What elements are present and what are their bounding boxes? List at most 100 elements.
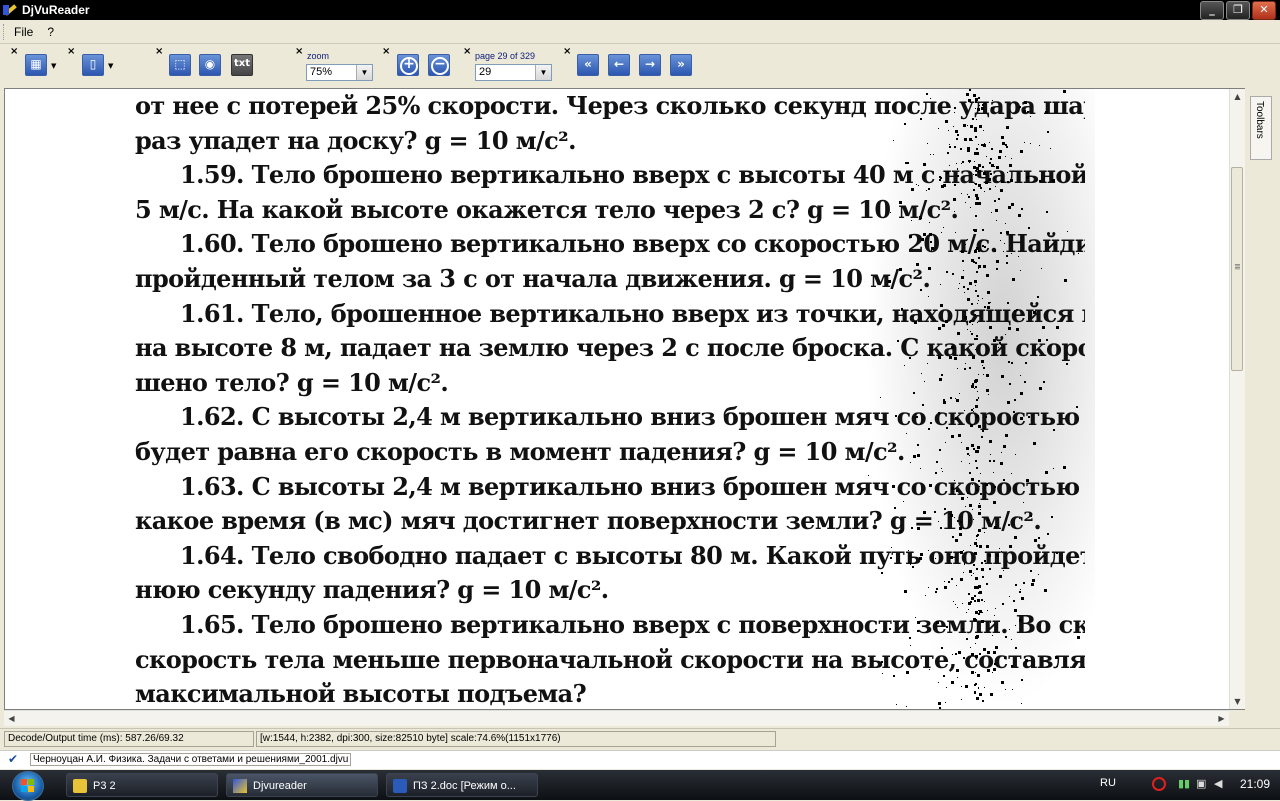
word-document-icon	[393, 779, 407, 793]
close-window-button[interactable]: ✕	[1252, 1, 1276, 20]
document-text-line: максимальной высоты подъема?	[135, 679, 587, 709]
taskbar-item-label: Р3 2	[93, 780, 116, 792]
close-toolbar-icon[interactable]: ×	[382, 46, 390, 57]
text-mode-label: txt	[233, 58, 250, 69]
view-mode-dropdown-icon[interactable]: ▼	[51, 62, 56, 70]
scroll-up-icon[interactable]: ▲	[1230, 89, 1245, 104]
document-text-line: скорость тела меньше первоначальной скор…	[135, 644, 1085, 674]
windows-logo-icon	[21, 779, 34, 792]
opera-icon[interactable]	[1152, 777, 1166, 791]
open-file-bar: ✔ Черноуцан А.И. Физика. Задачи с ответа…	[0, 750, 1280, 769]
selection-icon: ⬚	[174, 57, 186, 71]
title-bar[interactable]: DjVuReader _ ❐ ✕	[0, 0, 1280, 20]
color-mode-button[interactable]: ◉	[199, 54, 221, 76]
last-page-button[interactable]: »	[670, 54, 692, 76]
document-text-line: шено тело? g = 10 м/с².	[135, 367, 449, 397]
document-text-line: от нее с потерей 25% скорости. Через ско…	[135, 91, 1085, 120]
minimize-button[interactable]: _	[1200, 1, 1224, 20]
file-name[interactable]: Черноуцан А.И. Физика. Задачи с ответами…	[30, 753, 352, 766]
close-toolbar-icon[interactable]: ×	[463, 46, 471, 57]
folder-icon	[73, 779, 87, 793]
maximize-button[interactable]: ❐	[1226, 1, 1250, 20]
document-text-line: 1.63. С высоты 2,4 м вертикально вниз бр…	[180, 471, 1085, 501]
view-mode-button[interactable]: ▦	[25, 54, 47, 76]
zoom-select[interactable]: 75% ▼	[306, 64, 373, 81]
document-text-line: 1.61. Тело, брошенное вертикально вверх …	[180, 298, 1085, 328]
page-select[interactable]: 29 ▼	[475, 64, 552, 81]
close-toolbar-icon[interactable]: ×	[67, 46, 75, 57]
taskbar-item-word[interactable]: ПЗ 2.doc [Режим о...	[386, 773, 538, 797]
page-layout-button[interactable]: ▯	[82, 54, 104, 76]
zoom-value: 75%	[310, 66, 333, 78]
scroll-down-icon[interactable]: ▼	[1230, 694, 1245, 709]
double-chevron-left-icon: «	[584, 57, 592, 71]
page-count-label: page 29 of 329	[475, 51, 536, 61]
chevron-down-icon[interactable]: ▼	[535, 65, 551, 80]
document-text-line: 1.59. Тело брошено вертикально вверх с в…	[180, 160, 1085, 190]
text-mode-button[interactable]: txt	[231, 54, 253, 76]
document-text-line: 1.65. Тело брошено вертикально вверх с п…	[180, 609, 1085, 639]
toolbars-side-tab[interactable]: Toolbars	[1250, 96, 1272, 160]
document-text-line: будет равна его скорость в момент падени…	[135, 436, 905, 466]
decode-time-status: Decode/Output time (ms): 587.26/69.32	[4, 731, 254, 747]
menu-bar: File ?	[0, 20, 1280, 44]
close-toolbar-icon[interactable]: ×	[563, 46, 571, 57]
window-title: DjVuReader	[22, 3, 90, 17]
vertical-scroll-thumb[interactable]: ═ ═	[1231, 167, 1243, 371]
document-text-line: 5 м/с. На какой высоте окажется тело чер…	[135, 194, 959, 224]
toolbar: × ▦ ▼ × ▯ ▼ × ⬚ ◉ txt × zoom 75% ▼ × + −…	[0, 44, 1280, 88]
zoom-out-button[interactable]: −	[428, 54, 450, 76]
document-text-line: 1.62. С высоты 2,4 м вертикально вниз бр…	[180, 402, 1085, 432]
scroll-left-icon[interactable]: ◀	[4, 711, 19, 726]
taskbar-item-label: Djvureader	[253, 780, 307, 792]
image-info-status: [w:1544, h:2382, dpi:300, size:82510 byt…	[256, 731, 776, 747]
zoom-label: zoom	[307, 51, 330, 61]
menu-file[interactable]: File	[7, 25, 40, 39]
security-icon[interactable]: ▮▮	[1178, 777, 1192, 791]
status-bar: Decode/Output time (ms): 587.26/69.32 [w…	[0, 728, 1280, 749]
network-icon[interactable]: ▣	[1196, 777, 1210, 791]
menu-help[interactable]: ?	[40, 25, 61, 39]
previous-page-button[interactable]: ←	[608, 54, 630, 76]
scroll-right-icon[interactable]: ▶	[1214, 711, 1229, 726]
language-indicator[interactable]: RU	[1100, 777, 1116, 789]
taskbar-item-djvureader[interactable]: Djvureader	[226, 773, 378, 797]
close-toolbar-icon[interactable]: ×	[10, 46, 18, 57]
close-toolbar-icon[interactable]: ×	[155, 46, 163, 57]
first-page-button[interactable]: «	[577, 54, 599, 76]
document-page: от нее с потерей 25% скорости. Через ско…	[135, 89, 1085, 709]
start-button[interactable]	[12, 771, 44, 801]
document-text-line: 1.64. Тело свободно падает с высоты 80 м…	[180, 540, 1085, 570]
document-text-line: на высоте 8 м, падает на землю через 2 с…	[135, 333, 1085, 363]
document-text-line: 1.60. Тело брошено вертикально вверх со …	[180, 229, 1085, 259]
select-area-button[interactable]: ⬚	[169, 54, 191, 76]
page-layout-dropdown-icon[interactable]: ▼	[108, 62, 113, 70]
arrow-right-icon: →	[644, 57, 656, 71]
plus-icon: +	[403, 56, 415, 72]
window-controls: _ ❐ ✕	[1200, 1, 1276, 20]
page-icon: ▯	[89, 57, 97, 71]
system-tray: RU ▮▮ ▣ ◀ 21:09	[1100, 770, 1280, 800]
djvureader-app-icon	[3, 3, 17, 17]
close-toolbar-icon[interactable]: ×	[295, 46, 303, 57]
document-text-line: раз упадет на доску? g = 10 м/с².	[135, 125, 576, 155]
volume-icon[interactable]: ◀	[1214, 777, 1228, 791]
taskbar: Р3 2 Djvureader ПЗ 2.doc [Режим о... RU …	[0, 770, 1280, 801]
toolbars-tab-label: Toolbars	[1254, 101, 1265, 139]
vertical-scrollbar[interactable]: ▲ ═ ═ ▼	[1229, 89, 1245, 709]
next-page-button[interactable]: →	[639, 54, 661, 76]
document-text-line: пройденный телом за 3 с от начала движен…	[135, 263, 931, 293]
layout-icon: ▦	[30, 57, 42, 71]
zoom-in-button[interactable]: +	[397, 54, 419, 76]
clock[interactable]: 21:09	[1240, 777, 1270, 791]
double-chevron-right-icon: »	[677, 57, 685, 71]
minus-icon: −	[434, 56, 446, 72]
horizontal-scrollbar[interactable]: ◀ ▶	[4, 710, 1229, 726]
taskbar-item-folder[interactable]: Р3 2	[66, 773, 218, 797]
taskbar-item-label: ПЗ 2.doc [Режим о...	[413, 780, 516, 792]
document-text-line: какое время (в мс) мяч достигнет поверхн…	[135, 506, 1042, 536]
page-value: 29	[479, 66, 492, 78]
document-view[interactable]: от нее с потерей 25% скорости. Через ско…	[4, 88, 1245, 710]
chevron-down-icon[interactable]: ▼	[356, 65, 372, 80]
checkmark-icon: ✔	[8, 752, 19, 766]
